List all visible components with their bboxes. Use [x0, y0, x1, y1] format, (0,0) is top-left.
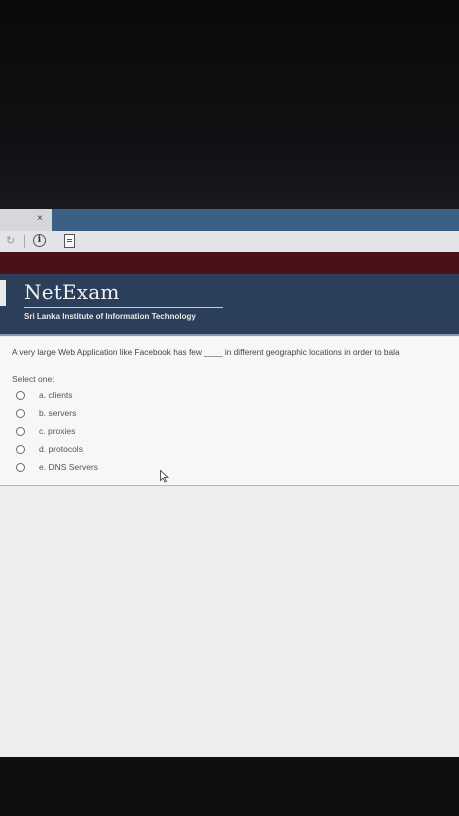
reload-icon[interactable]: ↻: [6, 234, 15, 247]
background-top: [0, 0, 459, 210]
toolbar-separator: [24, 235, 25, 248]
option-a[interactable]: a. clients: [16, 389, 216, 403]
mouse-pointer-icon: [160, 470, 169, 483]
option-c[interactable]: c. proxies: [16, 425, 216, 439]
option-c-radio[interactable]: [16, 427, 25, 436]
option-d-radio[interactable]: [16, 445, 25, 454]
close-tab-icon[interactable]: ×: [37, 212, 43, 226]
browser-toolbar: ↻ i: [0, 231, 459, 253]
option-a-label[interactable]: a. clients: [39, 390, 73, 400]
question-text: A very large Web Application like Facebo…: [12, 347, 400, 357]
option-e-label[interactable]: e. DNS Servers: [39, 462, 98, 472]
option-b-radio[interactable]: [16, 409, 25, 418]
option-b[interactable]: b. servers: [16, 407, 216, 421]
option-a-radio[interactable]: [16, 391, 25, 400]
browser-window: × ↻ i NetExam Sri Lanka Institute of Inf…: [0, 209, 459, 757]
logo-underline: [24, 307, 223, 308]
option-b-label[interactable]: b. servers: [39, 408, 76, 418]
option-d[interactable]: d. protocols: [16, 443, 216, 457]
option-e-radio[interactable]: [16, 463, 25, 472]
site-info-icon[interactable]: i: [33, 234, 46, 247]
institute-name: Sri Lanka Institute of Information Techn…: [24, 312, 196, 321]
option-d-label[interactable]: d. protocols: [39, 444, 83, 454]
option-e[interactable]: e. DNS Servers: [16, 461, 216, 475]
site-header: NetExam Sri Lanka Institute of Informati…: [0, 274, 459, 336]
option-c-label[interactable]: c. proxies: [39, 426, 75, 436]
site-logo[interactable]: NetExam: [24, 280, 120, 304]
site-top-bar: [0, 252, 459, 274]
browser-tab[interactable]: ×: [0, 209, 52, 231]
background-bottom: [0, 757, 459, 816]
tab-bar: ×: [0, 209, 459, 231]
page-action-icon[interactable]: [64, 234, 75, 248]
select-one-label: Select one:: [12, 374, 55, 384]
header-edge-mark: [0, 280, 6, 306]
question-panel: A very large Web Application like Facebo…: [0, 337, 459, 486]
